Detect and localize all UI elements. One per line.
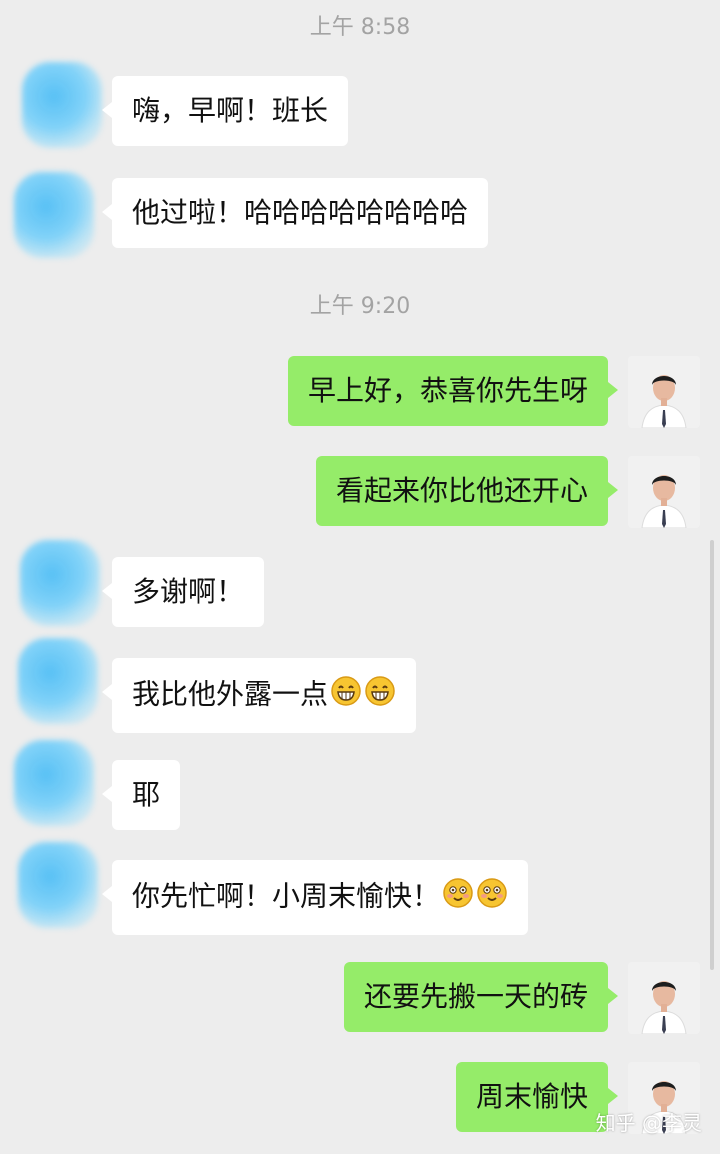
message-text: 他过啦！哈哈哈哈哈哈哈哈 bbox=[132, 196, 469, 229]
grinning-emoji-icon bbox=[364, 675, 396, 716]
message-text: 多谢啊！ bbox=[132, 575, 245, 608]
contact-avatar[interactable] bbox=[20, 540, 100, 626]
timestamp-label: 上午 8:58 bbox=[309, 15, 411, 40]
outgoing-message-bubble[interactable]: 看起来你比他还开心 bbox=[315, 456, 619, 526]
contact-avatar[interactable] bbox=[18, 638, 98, 724]
incoming-message-bubble[interactable]: 耶 bbox=[101, 760, 181, 830]
incoming-message-bubble[interactable]: 多谢啊！ bbox=[101, 557, 265, 627]
incoming-message-bubble[interactable]: 我比他外露一点 bbox=[101, 658, 417, 733]
person-photo-icon bbox=[628, 456, 700, 528]
message-text: 我比他外露一点 bbox=[132, 677, 329, 711]
incoming-message-bubble[interactable]: 他过啦！哈哈哈哈哈哈哈哈 bbox=[101, 178, 489, 248]
grinning-emoji-icon bbox=[330, 675, 362, 716]
outgoing-message-bubble[interactable]: 早上好，恭喜你先生呀 bbox=[287, 356, 619, 426]
user-avatar[interactable] bbox=[628, 456, 700, 528]
person-photo-icon bbox=[628, 356, 700, 428]
timestamp-label: 上午 9:20 bbox=[309, 294, 411, 319]
user-avatar[interactable] bbox=[628, 962, 700, 1034]
watermark-label: 知乎 @李灵 bbox=[595, 1111, 702, 1135]
outgoing-message-bubble[interactable]: 还要先搬一天的砖 bbox=[343, 962, 619, 1032]
message-text: 你先忙啊！小周末愉快！ bbox=[132, 879, 441, 913]
user-avatar[interactable] bbox=[628, 356, 700, 428]
message-text: 还要先搬一天的砖 bbox=[363, 980, 588, 1013]
message-text: 嗨，早啊！班长 bbox=[132, 94, 329, 127]
message-text: 周末愉快 bbox=[475, 1080, 588, 1113]
incoming-message-bubble[interactable]: 你先忙啊！小周末愉快！ bbox=[101, 860, 529, 935]
message-text: 耶 bbox=[132, 778, 161, 811]
blushing-emoji-icon bbox=[476, 877, 508, 918]
message-text: 早上好，恭喜你先生呀 bbox=[307, 374, 588, 407]
blushing-emoji-icon bbox=[442, 877, 474, 918]
outgoing-message-bubble[interactable]: 周末愉快 bbox=[455, 1062, 619, 1132]
scrollbar[interactable] bbox=[710, 540, 714, 970]
contact-avatar[interactable] bbox=[14, 172, 94, 258]
person-photo-icon bbox=[628, 962, 700, 1034]
contact-avatar[interactable] bbox=[14, 740, 94, 826]
incoming-message-bubble[interactable]: 嗨，早啊！班长 bbox=[101, 76, 349, 146]
message-text: 看起来你比他还开心 bbox=[335, 474, 588, 507]
contact-avatar[interactable] bbox=[18, 842, 98, 928]
contact-avatar[interactable] bbox=[22, 62, 102, 148]
